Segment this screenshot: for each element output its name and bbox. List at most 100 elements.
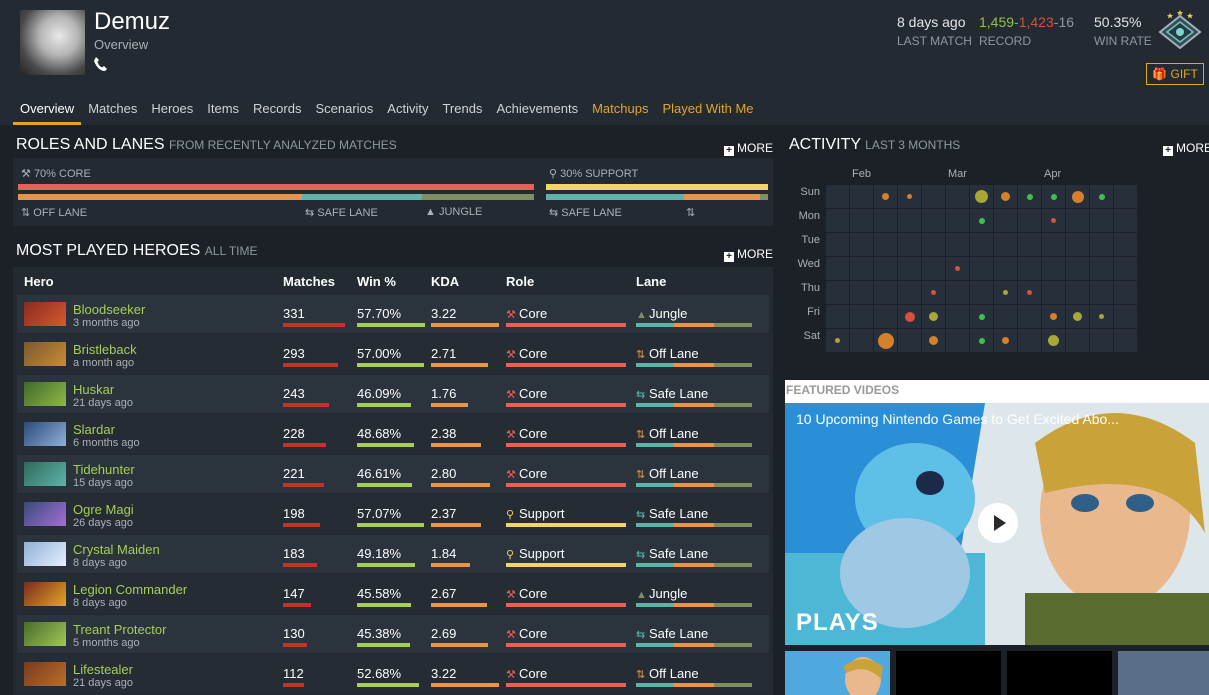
activity-cell[interactable] [994, 305, 1017, 328]
play-button[interactable] [978, 503, 1018, 543]
activity-cell[interactable] [1018, 329, 1041, 352]
activity-cell[interactable] [922, 209, 945, 232]
avatar[interactable] [20, 10, 85, 75]
activity-cell[interactable] [1042, 281, 1065, 304]
tab-matchups[interactable]: Matchups [585, 95, 655, 125]
table-row[interactable]: Lifestealer 21 days ago 112 52.68% 3.22 ⚒ Core… [17, 655, 769, 693]
hero-name-link[interactable]: Huskar [73, 382, 114, 397]
activity-cell[interactable] [994, 257, 1017, 280]
hero-name-link[interactable]: Bristleback [73, 342, 137, 357]
tab-trends[interactable]: Trends [435, 95, 489, 125]
video-thumbnail[interactable] [1007, 651, 1112, 695]
hero-name-link[interactable]: Crystal Maiden [73, 542, 160, 557]
activity-cell[interactable] [922, 257, 945, 280]
table-row[interactable]: Bristleback a month ago 293 57.00% 2.71 ⚒ Core… [17, 335, 769, 373]
activity-cell[interactable] [874, 305, 897, 328]
activity-cell[interactable] [850, 209, 873, 232]
video-thumbnail[interactable] [785, 651, 890, 695]
column-header-kda[interactable]: KDA [431, 274, 459, 289]
hero-name-link[interactable]: Legion Commander [73, 582, 187, 597]
activity-cell[interactable] [970, 281, 993, 304]
activity-cell[interactable] [1114, 281, 1137, 304]
activity-cell[interactable] [1018, 233, 1041, 256]
hero-portrait[interactable] [24, 502, 66, 526]
tab-items[interactable]: Items [200, 95, 246, 125]
hero-portrait[interactable] [24, 462, 66, 486]
activity-cell[interactable] [1066, 281, 1089, 304]
activity-cell[interactable] [1090, 233, 1113, 256]
column-header-lane[interactable]: Lane [636, 274, 666, 289]
table-row[interactable]: Huskar 21 days ago 243 46.09% 1.76 ⚒ Core ⇆ Safe… [17, 375, 769, 413]
gift-button[interactable]: 🎁 GIFT [1146, 63, 1204, 85]
activity-cell[interactable] [826, 233, 849, 256]
activity-cell[interactable] [946, 281, 969, 304]
activity-cell[interactable] [970, 257, 993, 280]
activity-cell[interactable] [1066, 209, 1089, 232]
hero-portrait[interactable] [24, 422, 66, 446]
tab-achievements[interactable]: Achievements [489, 95, 585, 125]
tab-played-with-me[interactable]: Played With Me [655, 95, 760, 125]
hero-name-link[interactable]: Ogre Magi [73, 502, 134, 517]
activity-cell[interactable] [850, 305, 873, 328]
activity-cell[interactable] [1090, 329, 1113, 352]
column-header-matches[interactable]: Matches [283, 274, 335, 289]
activity-cell[interactable] [1090, 281, 1113, 304]
column-header-hero[interactable]: Hero [24, 274, 54, 289]
activity-cell[interactable] [898, 209, 921, 232]
activity-cell[interactable] [1018, 305, 1041, 328]
phone-icon[interactable] [93, 56, 107, 72]
hero-name-link[interactable]: Lifestealer [73, 662, 133, 677]
activity-cell[interactable] [898, 329, 921, 352]
activity-cell[interactable] [850, 185, 873, 208]
tab-activity[interactable]: Activity [380, 95, 435, 125]
video-thumbnail[interactable] [1118, 651, 1209, 695]
table-row[interactable]: Legion Commander 8 days ago 147 45.58% 2.67 ⚒… [17, 575, 769, 613]
hero-portrait[interactable] [24, 542, 66, 566]
tab-records[interactable]: Records [246, 95, 308, 125]
activity-cell[interactable] [946, 305, 969, 328]
hero-portrait[interactable] [24, 582, 66, 606]
activity-cell[interactable] [1066, 257, 1089, 280]
roles-more-button[interactable]: + MORE [724, 141, 773, 156]
activity-cell[interactable] [1114, 233, 1137, 256]
hero-portrait[interactable] [24, 622, 66, 646]
activity-cell[interactable] [994, 209, 1017, 232]
activity-cell[interactable] [874, 233, 897, 256]
activity-cell[interactable] [1114, 185, 1137, 208]
hero-name-link[interactable]: Treant Protector [73, 622, 166, 637]
activity-cell[interactable] [922, 233, 945, 256]
activity-cell[interactable] [898, 281, 921, 304]
activity-cell[interactable] [946, 185, 969, 208]
activity-cell[interactable] [826, 281, 849, 304]
activity-cell[interactable] [1114, 329, 1137, 352]
table-row[interactable]: Ogre Magi 26 days ago 198 57.07% 2.37 ⚲ Suppor… [17, 495, 769, 533]
hero-portrait[interactable] [24, 662, 66, 686]
table-row[interactable]: Tidehunter 15 days ago 221 46.61% 2.80 ⚒ Core ⇅… [17, 455, 769, 493]
activity-cell[interactable] [826, 257, 849, 280]
table-row[interactable]: Bloodseeker 3 months ago 331 57.70% 3.22 ⚒ Cor… [17, 295, 769, 333]
activity-cell[interactable] [1114, 305, 1137, 328]
activity-cell[interactable] [850, 233, 873, 256]
activity-cell[interactable] [898, 257, 921, 280]
activity-cell[interactable] [1090, 257, 1113, 280]
activity-cell[interactable] [874, 257, 897, 280]
activity-cell[interactable] [874, 209, 897, 232]
table-row[interactable]: Treant Protector 5 months ago 130 45.38% 2.6… [17, 615, 769, 653]
activity-cell[interactable] [1090, 209, 1113, 232]
activity-cell[interactable] [922, 185, 945, 208]
activity-cell[interactable] [850, 281, 873, 304]
hero-name-link[interactable]: Bloodseeker [73, 302, 145, 317]
activity-cell[interactable] [1018, 257, 1041, 280]
tab-overview[interactable]: Overview [13, 95, 82, 125]
activity-cell[interactable] [850, 257, 873, 280]
activity-cell[interactable] [994, 233, 1017, 256]
column-header-role[interactable]: Role [506, 274, 534, 289]
activity-cell[interactable] [850, 329, 873, 352]
tab-scenarios[interactable]: Scenarios [308, 95, 380, 125]
activity-cell[interactable] [970, 233, 993, 256]
tab-heroes[interactable]: Heroes [144, 95, 200, 125]
hero-name-link[interactable]: Tidehunter [73, 462, 135, 477]
activity-cell[interactable] [946, 233, 969, 256]
activity-cell[interactable] [1042, 233, 1065, 256]
activity-cell[interactable] [874, 281, 897, 304]
